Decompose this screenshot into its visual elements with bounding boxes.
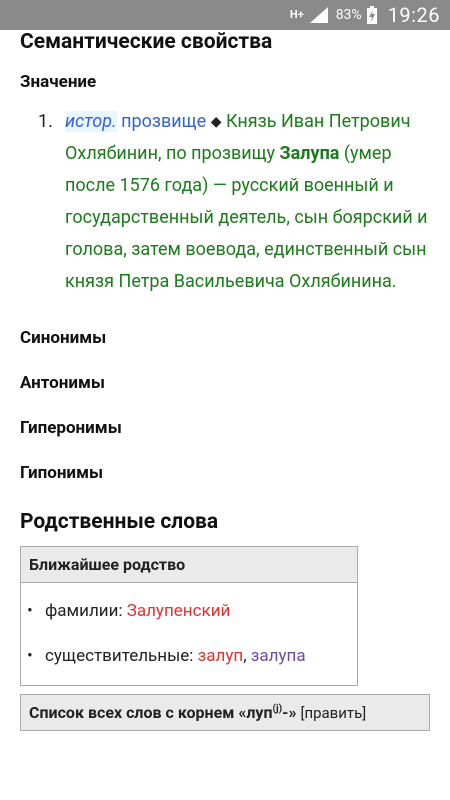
related-words-list: • фамилии: Залупенский • существительные… bbox=[21, 583, 357, 685]
hypernyms-heading[interactable]: Гиперонимы bbox=[20, 410, 430, 455]
status-bar: H+ 83% 19:26 bbox=[0, 0, 450, 30]
section-title: Семантические свойства bbox=[20, 30, 273, 54]
bullet-icon: • bbox=[27, 601, 33, 621]
battery-charging-icon bbox=[366, 6, 377, 24]
noun-word-link-1[interactable]: залуп bbox=[198, 646, 244, 666]
definition-text: истор. прозвище ◆ Князь Иван Петрович Ох… bbox=[65, 106, 430, 298]
edit-link[interactable]: править bbox=[304, 704, 362, 722]
diamond-icon: ◆ bbox=[210, 114, 222, 130]
antonyms-heading[interactable]: Антонимы bbox=[20, 365, 430, 410]
definition-number: 1. bbox=[38, 111, 53, 132]
definition-headword: Залупа bbox=[279, 143, 340, 164]
article-content: Семантические свойства Значение 1. истор… bbox=[0, 30, 450, 731]
comma-separator: , bbox=[243, 646, 247, 666]
all-words-title-prefix: Список всех слов с корнем «луп bbox=[29, 703, 273, 722]
bullet-icon: • bbox=[27, 646, 33, 666]
synonyms-heading[interactable]: Синонимы bbox=[20, 320, 430, 365]
network-type-indicator: H+ bbox=[289, 8, 304, 21]
all-words-with-root-header: Список всех слов с корнем «луп(j)-» [пра… bbox=[20, 694, 430, 731]
historical-label-link[interactable]: истор. bbox=[65, 111, 117, 132]
clock: 19:26 bbox=[387, 3, 440, 27]
list-item: • существительные: залуп, залупа bbox=[27, 634, 351, 679]
families-label: фамилии: bbox=[44, 601, 123, 621]
nouns-label: существительные: bbox=[44, 646, 194, 666]
hyponyms-heading[interactable]: Гипонимы bbox=[20, 455, 430, 500]
all-words-title-suffix: -» bbox=[282, 703, 297, 722]
meaning-heading: Значение bbox=[20, 72, 97, 92]
noun-word-link-2[interactable]: залупа bbox=[251, 646, 306, 666]
nickname-link[interactable]: прозвище bbox=[121, 111, 206, 132]
signal-icon bbox=[309, 7, 328, 23]
edit-bracket-close: ] bbox=[362, 704, 367, 722]
battery-percentage: 83% bbox=[335, 7, 362, 23]
related-words-title: Родственные слова bbox=[20, 510, 219, 534]
definition-text-after: (умер после 1576 года) — русский военный… bbox=[65, 143, 428, 292]
family-word-link[interactable]: Залупенский bbox=[127, 601, 231, 621]
definitions-list: 1. истор. прозвище ◆ Князь Иван Петрович… bbox=[20, 106, 430, 298]
related-words-table: Ближайшее родство • фамилии: Залупенский… bbox=[20, 546, 358, 686]
list-item: • фамилии: Залупенский bbox=[27, 589, 351, 634]
closest-relation-header: Ближайшее родство bbox=[21, 547, 357, 583]
definition-item: 1. истор. прозвище ◆ Князь Иван Петрович… bbox=[20, 106, 430, 298]
all-words-sup: (j) bbox=[272, 703, 283, 715]
